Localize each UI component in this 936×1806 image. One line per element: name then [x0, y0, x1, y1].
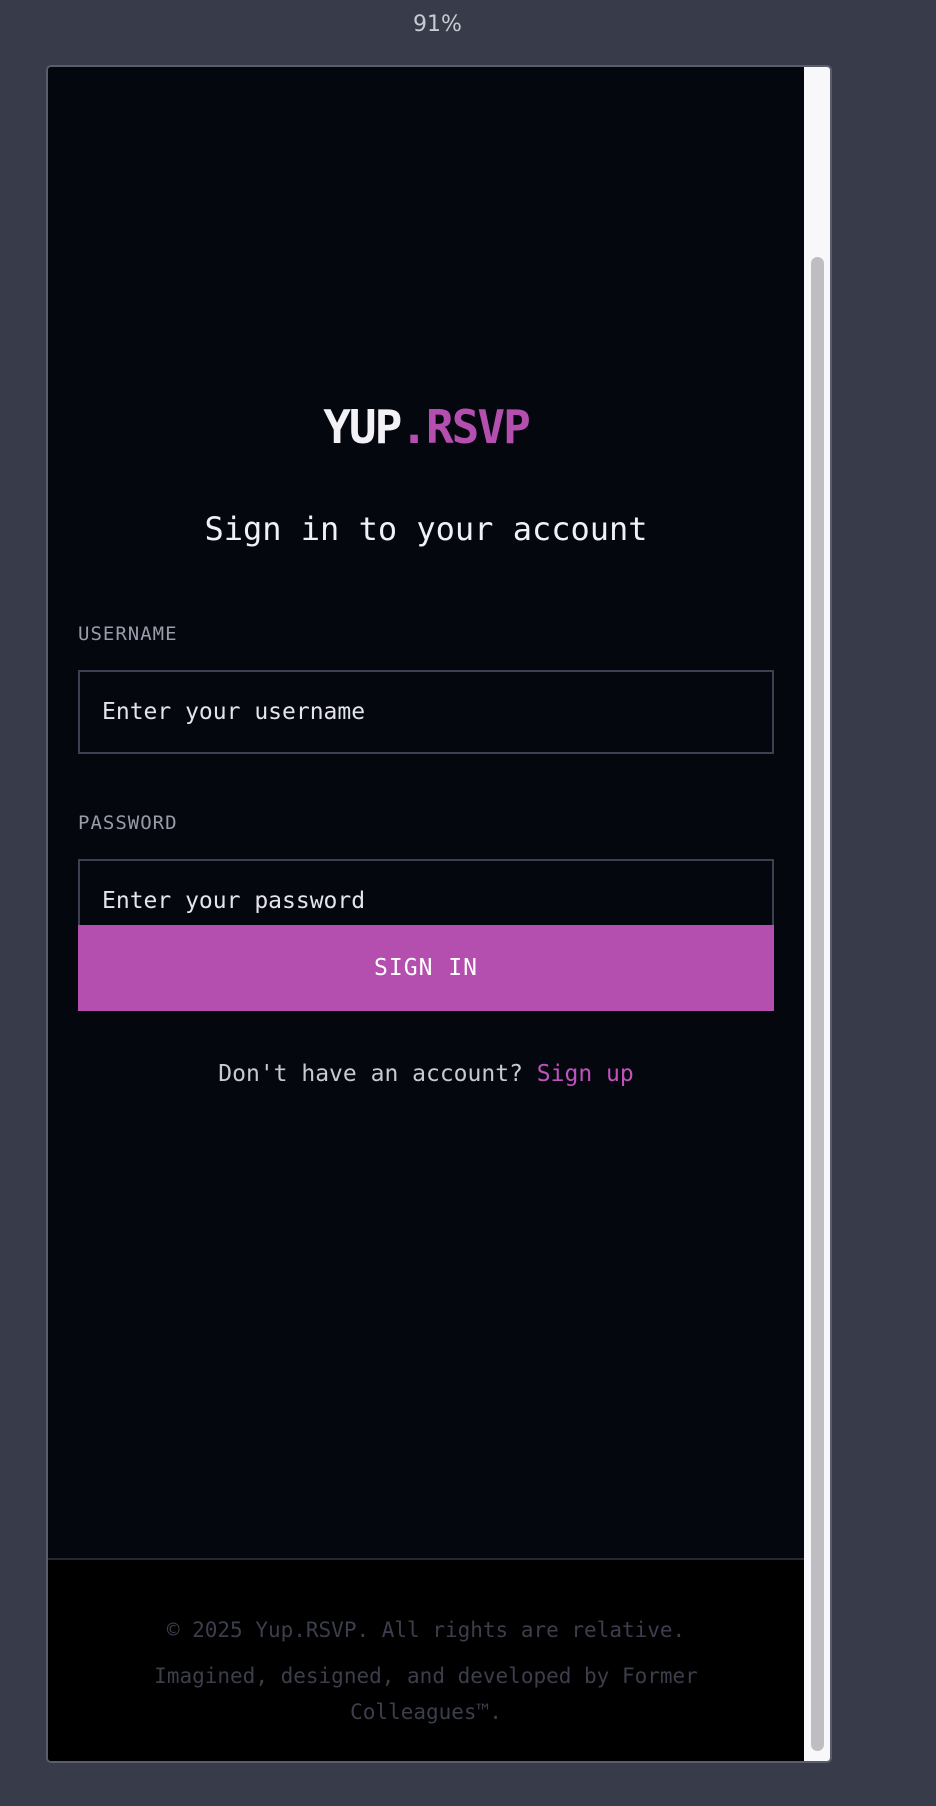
username-label: USERNAME [78, 623, 178, 645]
zoom-indicator: 91% [413, 12, 462, 37]
username-input[interactable] [80, 672, 772, 752]
scrollbar-thumb[interactable] [811, 257, 824, 1751]
password-label: PASSWORD [78, 812, 178, 834]
site-logo[interactable]: YUP.RSVP [48, 397, 804, 457]
logo-main-text: YUP [323, 400, 402, 454]
sign-up-link[interactable]: Sign up [537, 1061, 634, 1087]
browser-frame: YUP.RSVP Sign in to your account USERNAM… [46, 65, 832, 1763]
username-field-wrapper [78, 670, 774, 754]
logo-accent-text: .RSVP [400, 400, 530, 454]
vertical-scrollbar[interactable] [804, 67, 830, 1761]
page-title: Sign in to your account [204, 510, 648, 548]
page-viewport: YUP.RSVP Sign in to your account USERNAM… [48, 67, 804, 1761]
footer-copyright: © 2025 Yup.RSVP. All rights are relative… [166, 1618, 686, 1642]
signup-prompt-row: Don't have an account? Sign up [48, 1057, 804, 1091]
page-footer: © 2025 Yup.RSVP. All rights are relative… [48, 1558, 804, 1761]
login-container: YUP.RSVP Sign in to your account USERNAM… [48, 67, 804, 1559]
signup-prompt-text: Don't have an account? [218, 1061, 537, 1087]
footer-credits: Imagined, designed, and developed by For… [154, 1664, 698, 1724]
sign-in-button[interactable]: SIGN IN [78, 925, 774, 1011]
